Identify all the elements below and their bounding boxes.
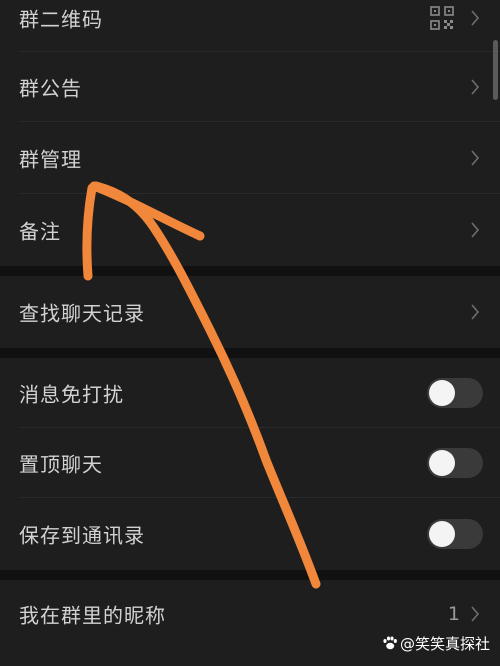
watermark-text: @笑笑真探社 <box>399 635 490 653</box>
pin-chat-label: 置顶聊天 <box>19 452 103 477</box>
toggle-knob <box>429 450 455 476</box>
row-group-notice[interactable]: 群公告 <box>0 52 500 122</box>
chevron-right-icon <box>471 304 480 320</box>
watermark: @笑笑真探社 <box>382 633 490 654</box>
mute-notifications-label: 消息免打扰 <box>19 382 124 407</box>
paw-icon <box>383 636 397 650</box>
row-search-history[interactable]: 查找聊天记录 <box>0 276 500 348</box>
qr-code-icon <box>430 6 454 30</box>
group-qrcode-label: 群二维码 <box>19 7 103 32</box>
chevron-right-icon <box>471 222 480 238</box>
group-settings-screen: 群二维码 群公告 群管理 备注 查找聊天记录 消息免打扰 置顶聊天 保存到通讯录… <box>0 0 500 666</box>
mute-notifications-toggle[interactable] <box>427 378 483 408</box>
search-history-label: 查找聊天记录 <box>19 301 145 326</box>
pin-chat-toggle[interactable] <box>427 448 483 478</box>
row-mute-notifications: 消息免打扰 <box>0 358 500 428</box>
my-nickname-value: 1 <box>447 603 460 625</box>
chevron-right-icon <box>471 606 480 622</box>
chevron-right-icon <box>471 10 480 26</box>
my-nickname-label: 我在群里的昵称 <box>19 603 166 628</box>
row-save-to-contacts: 保存到通讯录 <box>0 498 500 570</box>
row-remark[interactable]: 备注 <box>0 194 500 266</box>
row-pin-chat: 置顶聊天 <box>0 428 500 498</box>
save-to-contacts-toggle[interactable] <box>427 519 483 549</box>
chevron-right-icon <box>471 150 480 166</box>
toggle-knob <box>429 380 455 406</box>
row-group-qrcode[interactable]: 群二维码 <box>0 0 500 52</box>
row-group-manage[interactable]: 群管理 <box>0 122 500 194</box>
remark-label: 备注 <box>19 219 61 244</box>
scrollbar[interactable] <box>493 40 498 100</box>
group-notice-label: 群公告 <box>19 76 82 101</box>
save-to-contacts-label: 保存到通讯录 <box>19 523 145 548</box>
chevron-right-icon <box>471 79 480 95</box>
toggle-knob <box>429 521 455 547</box>
group-manage-label: 群管理 <box>19 147 82 172</box>
